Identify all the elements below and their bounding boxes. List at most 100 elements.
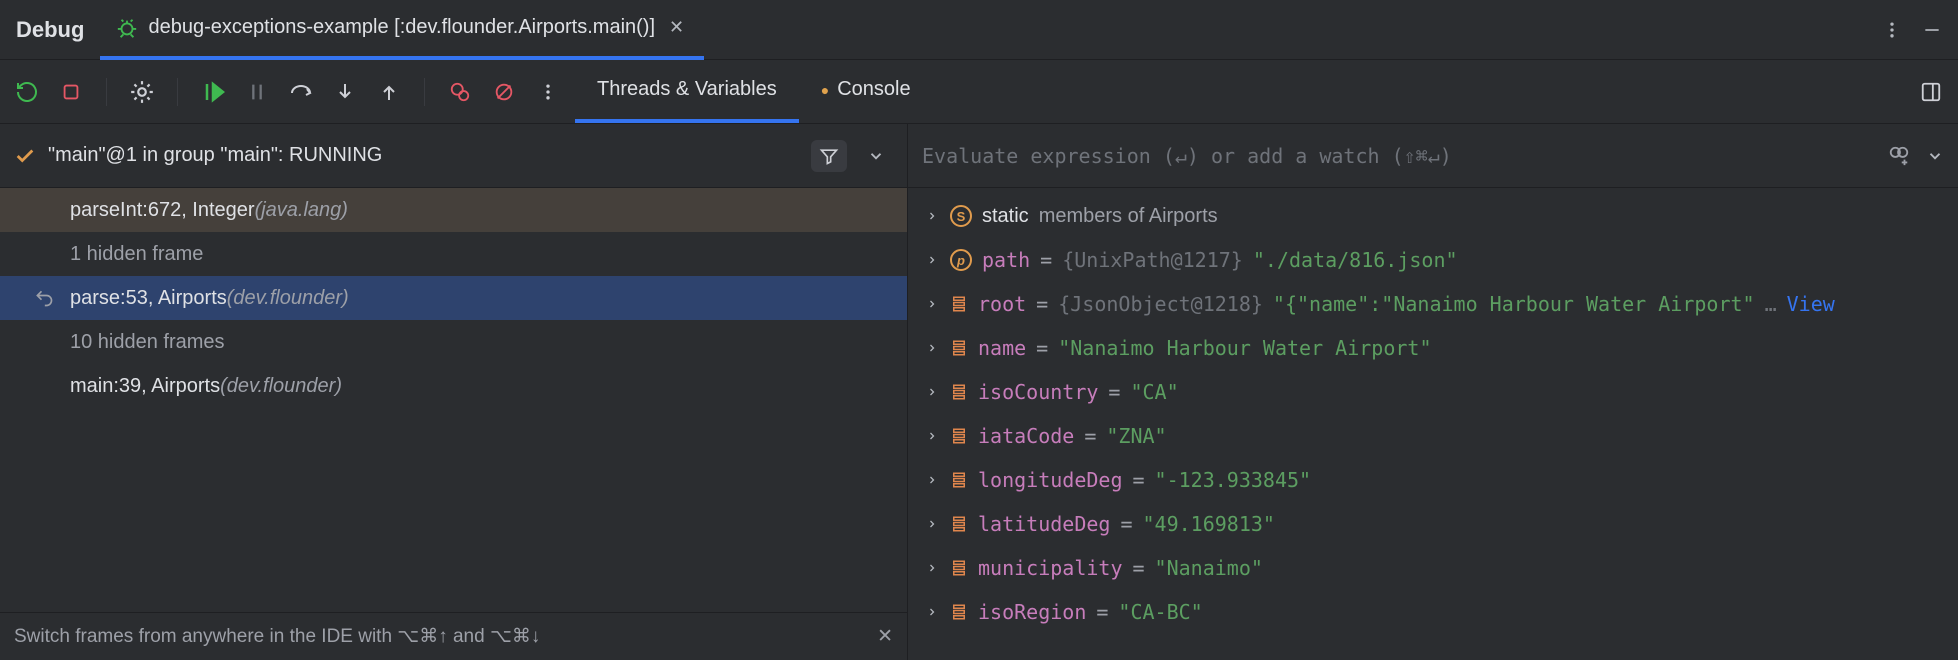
equals-sign: = [1133,468,1145,492]
toolbar-more-icon[interactable] [535,79,561,105]
field-icon [950,382,968,402]
debug-toolbar: Threads & Variables ● Console [0,60,1958,124]
variable-row[interactable]: isoCountry = "CA" [908,370,1958,414]
frame-package: (dev.flounder) [227,287,349,310]
property-badge-icon: p [950,249,972,271]
rerun-button[interactable] [14,79,40,105]
variable-row[interactable]: name = "Nanaimo Harbour Water Airport" [908,326,1958,370]
variable-row[interactable]: longitudeDeg = "-123.933845" [908,458,1958,502]
variable-row[interactable]: ppath = {UnixPath@1217} "./data/816.json… [908,238,1958,282]
evaluate-input[interactable] [922,144,1872,168]
object-reference: {UnixPath@1217} [1062,248,1243,272]
chevron-right-icon[interactable] [926,298,940,310]
equals-sign: = [1036,292,1048,316]
chevron-right-icon[interactable] [926,210,940,222]
variable-name: isoRegion [978,600,1086,624]
stop-button[interactable] [58,79,84,105]
step-out-button[interactable] [376,79,402,105]
equals-sign: = [1120,512,1132,536]
hidden-frames-label: 10 hidden frames [70,331,225,354]
variable-value: "{"name":"Nanaimo Harbour Water Airport" [1273,292,1755,316]
variable-name: municipality [978,556,1123,580]
field-icon [950,294,968,314]
variable-name: longitudeDeg [978,468,1123,492]
stack-frame[interactable]: main:39, Airports (dev.flounder) [0,364,907,408]
mute-breakpoints-button[interactable] [491,79,517,105]
tab-console[interactable]: ● Console [799,60,933,123]
show-breakpoints-icon[interactable] [129,79,155,105]
view-breakpoints-button[interactable] [447,79,473,105]
check-icon [14,145,36,167]
variable-value: "CA-BC" [1118,600,1202,624]
frame-package: (java.lang) [255,199,348,222]
run-config-tab[interactable]: debug-exceptions-example [:dev.flounder.… [100,0,704,60]
chevron-right-icon[interactable] [926,562,940,574]
equals-sign: = [1133,556,1145,580]
variable-row[interactable]: latitudeDeg = "49.169813" [908,502,1958,546]
variables-pane: Sstatic members of Airportsppath = {Unix… [908,124,1958,660]
variable-value: "Nanaimo" [1155,556,1263,580]
chevron-down-icon[interactable] [859,147,893,165]
equals-sign: = [1084,424,1096,448]
stack-frame[interactable]: parse:53, Airports (dev.flounder) [0,276,907,320]
frames-pane: "main"@1 in group "main": RUNNING parseI… [0,124,908,660]
hidden-frames-row[interactable]: 10 hidden frames [0,320,907,364]
frame-location: parse:53, Airports [70,287,227,310]
thread-selector[interactable]: "main"@1 in group "main": RUNNING [0,124,907,188]
pause-button[interactable] [244,79,270,105]
tab-threads-variables[interactable]: Threads & Variables [575,60,799,123]
chevron-right-icon[interactable] [926,606,940,618]
variable-value: "Nanaimo Harbour Water Airport" [1058,336,1431,360]
chevron-right-icon[interactable] [926,518,940,530]
variable-name: isoCountry [978,380,1098,404]
frame-location: main:39, Airports [70,375,220,398]
tab-console-label: Console [837,78,910,101]
evaluate-bar [908,124,1958,188]
equals-sign: = [1108,380,1120,404]
hidden-frames-row[interactable]: 1 hidden frame [0,232,907,276]
equals-sign: = [1040,248,1052,272]
minimize-icon[interactable] [1922,20,1942,40]
close-hint-button[interactable]: ✕ [877,625,893,648]
resume-button[interactable] [200,79,226,105]
variable-row[interactable]: municipality = "Nanaimo" [908,546,1958,590]
chevron-down-icon[interactable] [1926,147,1944,165]
filter-frames-button[interactable] [811,140,847,172]
chevron-right-icon[interactable] [926,342,940,354]
field-icon [950,514,968,534]
variable-row[interactable]: Sstatic members of Airports [908,194,1958,238]
field-icon [950,558,968,578]
variable-row[interactable]: root = {JsonObject@1218} "{"name":"Nanai… [908,282,1958,326]
variable-secondary: members of Airports [1039,205,1218,228]
step-into-button[interactable] [332,79,358,105]
console-status-icon: ● [821,82,829,98]
chevron-right-icon[interactable] [926,474,940,486]
hint-text: Switch frames from anywhere in the IDE w… [14,625,540,648]
chevron-right-icon[interactable] [926,254,940,266]
field-icon [950,602,968,622]
variable-name: root [978,292,1026,316]
chevron-right-icon[interactable] [926,430,940,442]
return-icon [34,288,54,308]
variable-row[interactable]: isoRegion = "CA-BC" [908,590,1958,634]
hint-bar: Switch frames from anywhere in the IDE w… [0,612,907,660]
tool-window-title: Debug [8,17,100,43]
bug-icon [116,17,138,39]
variable-name: name [978,336,1026,360]
variable-value: "./data/816.json" [1253,248,1458,272]
more-icon[interactable] [1882,20,1902,40]
variable-value: "CA" [1130,380,1178,404]
close-tab-button[interactable]: ✕ [665,17,688,38]
variable-name: iataCode [978,424,1074,448]
variable-name: static [982,205,1029,228]
variable-value: "ZNA" [1106,424,1166,448]
object-reference: {JsonObject@1218} [1058,292,1263,316]
chevron-right-icon[interactable] [926,386,940,398]
frames-list: parseInt:672, Integer (java.lang)1 hidde… [0,188,907,612]
add-watch-button[interactable] [1886,143,1912,169]
stack-frame[interactable]: parseInt:672, Integer (java.lang) [0,188,907,232]
layout-settings-icon[interactable] [1918,79,1944,105]
view-link[interactable]: View [1787,292,1835,316]
step-over-button[interactable] [288,79,314,105]
variable-row[interactable]: iataCode = "ZNA" [908,414,1958,458]
